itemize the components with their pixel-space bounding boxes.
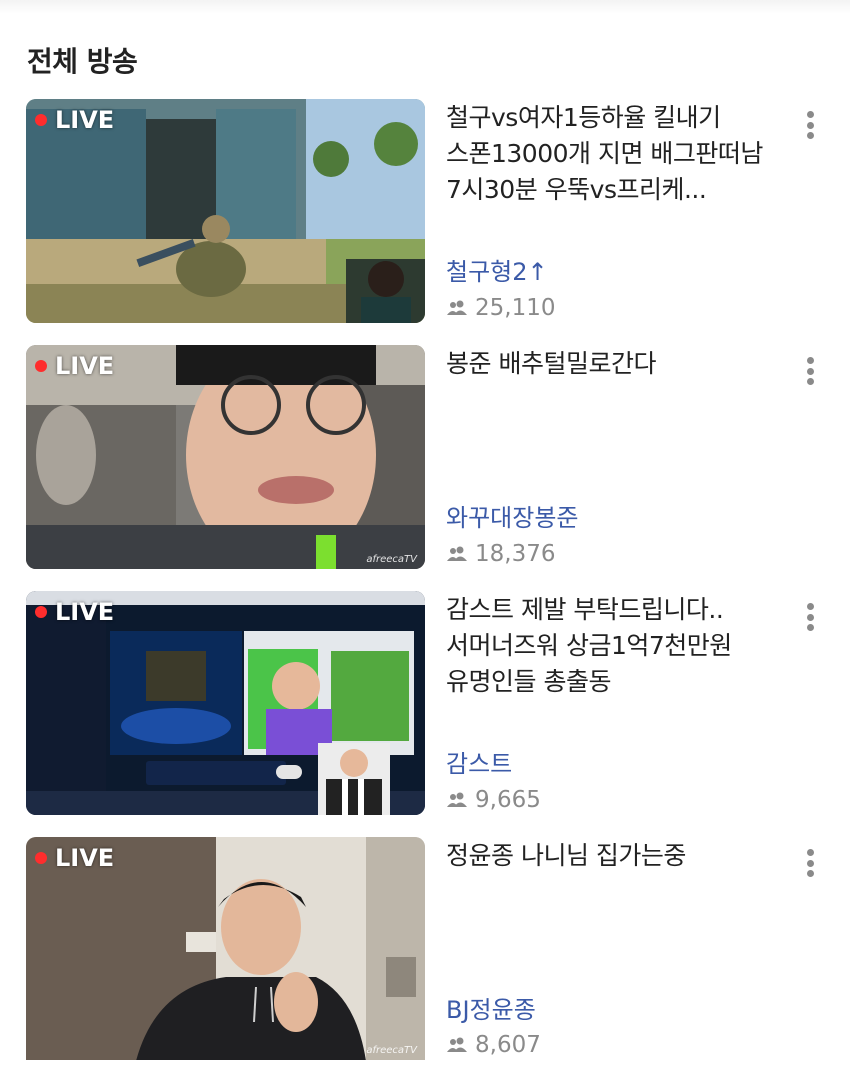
more-options-icon[interactable] (800, 353, 820, 389)
stream-thumbnail[interactable]: LIVE afreecaTV (26, 837, 425, 1060)
viewers-icon (447, 792, 467, 807)
channel-name[interactable]: 감스트 (446, 744, 512, 779)
live-dot-icon (35, 114, 47, 126)
live-label: LIVE (55, 844, 115, 872)
stream-title[interactable]: 봉준 배추털밀로간다 (446, 346, 781, 382)
channel-name[interactable]: 철구형2↑ (446, 252, 548, 287)
live-badge: LIVE (35, 598, 114, 626)
watermark: afreecaTV (366, 554, 417, 565)
live-badge: LIVE (35, 106, 114, 134)
live-badge: LIVE (35, 844, 114, 872)
viewer-count-value: 18,376 (475, 541, 556, 567)
stream-item[interactable]: LIVE 철구vs여자1등하율 킬내기 스폰13000개 지면 배그판떠남 7시… (0, 99, 850, 329)
stream-title[interactable]: 철구vs여자1등하율 킬내기 스폰13000개 지면 배그판떠남 7시30분 우… (446, 100, 781, 208)
stream-thumbnail[interactable]: LIVE afreecaTV (26, 345, 425, 569)
viewer-count: 9,665 (446, 787, 541, 813)
channel-name[interactable]: 와꾸대장봉준 (446, 498, 578, 533)
live-dot-icon (35, 606, 47, 618)
viewers-icon (447, 546, 467, 561)
watermark: afreecaTV (366, 1045, 417, 1056)
stream-title[interactable]: 감스트 제발 부탁드립니다.. 서머너즈워 상금1억7천만원 유명인들 총출동 (446, 592, 781, 700)
stream-title[interactable]: 정윤종 나니님 집가는중 (446, 838, 781, 874)
channel-name[interactable]: BJ정윤종 (446, 990, 536, 1025)
viewer-count: 8,607 (446, 1032, 541, 1058)
stream-item[interactable]: LIVE afreecaTV 봉준 배추털밀로간다 와꾸대장봉준 18,376 (0, 345, 850, 575)
more-options-icon[interactable] (800, 845, 820, 881)
viewer-count: 18,376 (446, 541, 555, 567)
stream-thumbnail[interactable]: LIVE (26, 591, 425, 815)
stream-thumbnail[interactable]: LIVE (26, 99, 425, 323)
viewers-icon (447, 300, 467, 315)
stream-item[interactable]: LIVE 감스트 제발 부탁드립니다.. 서머너즈워 상금1억7천만원 유명인들… (0, 591, 850, 821)
viewer-count-value: 25,110 (475, 295, 556, 321)
live-dot-icon (35, 360, 47, 372)
stream-item[interactable]: LIVE afreecaTV 정윤종 나니님 집가는중 BJ정윤종 8,607 (0, 837, 850, 1067)
more-options-icon[interactable] (800, 107, 820, 143)
top-bar (0, 0, 850, 14)
live-dot-icon (35, 852, 47, 864)
live-badge: LIVE (35, 352, 114, 380)
live-label: LIVE (55, 352, 115, 380)
more-options-icon[interactable] (800, 599, 820, 635)
viewer-count: 25,110 (446, 295, 555, 321)
live-label: LIVE (55, 598, 115, 626)
live-label: LIVE (55, 106, 115, 134)
viewer-count-value: 8,607 (475, 1032, 541, 1058)
viewers-icon (447, 1037, 467, 1052)
viewer-count-value: 9,665 (475, 787, 541, 813)
section-title: 전체 방송 (27, 45, 138, 78)
